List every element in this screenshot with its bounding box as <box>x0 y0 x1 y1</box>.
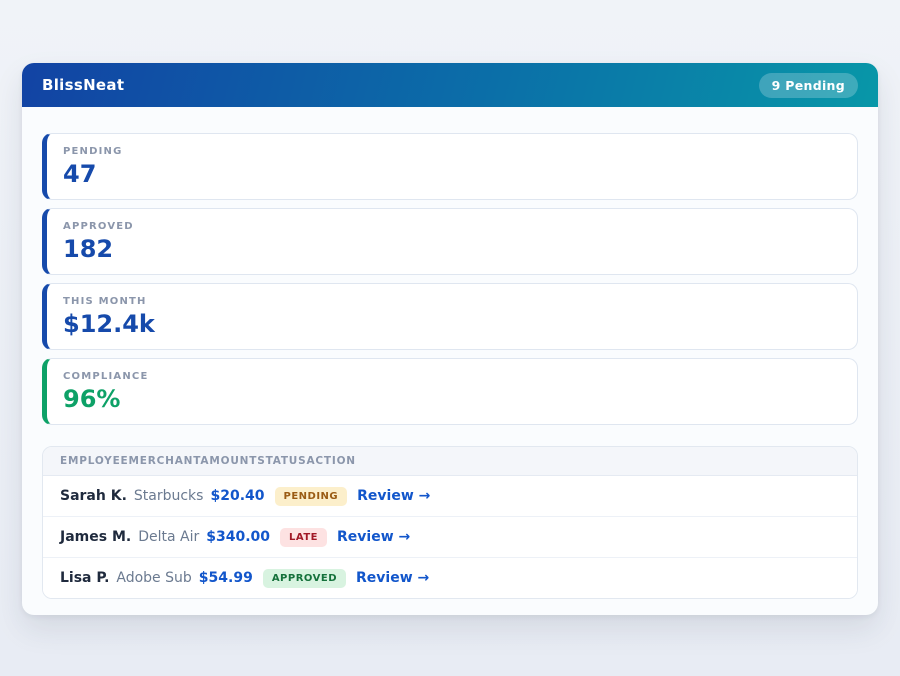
column-header-merchant: MERCHANT <box>129 455 201 467</box>
app-window: BlissNeat 9 Pending PENDING 47 APPROVED … <box>22 63 878 615</box>
amount-value: $20.40 <box>210 488 264 504</box>
stat-card-pending: PENDING 47 <box>42 133 858 200</box>
column-header-action: ACTION <box>306 455 355 467</box>
status-badge: PENDING <box>275 487 348 506</box>
stat-card-compliance: COMPLIANCE 96% <box>42 358 858 425</box>
stat-label: THIS MONTH <box>63 296 841 307</box>
merchant-name: Adobe Sub <box>116 570 191 586</box>
stat-value: $12.4k <box>63 311 841 337</box>
table-row: Lisa P. Adobe Sub $54.99 APPROVED Review… <box>43 558 857 598</box>
employee-name: Lisa P. <box>60 570 109 586</box>
column-header-employee: EMPLOYEE <box>60 455 129 467</box>
app-header: BlissNeat 9 Pending <box>22 63 878 107</box>
table-row: Sarah K. Starbucks $20.40 PENDING Review… <box>43 476 857 517</box>
stat-card-approved: APPROVED 182 <box>42 208 858 275</box>
main-content: PENDING 47 APPROVED 182 THIS MONTH $12.4… <box>22 107 878 619</box>
column-header-status: STATUS <box>257 455 306 467</box>
review-link[interactable]: Review → <box>356 570 429 586</box>
pending-count-badge: 9 Pending <box>759 73 858 98</box>
stat-label: APPROVED <box>63 221 841 232</box>
expense-table: EMPLOYEEMERCHANTAMOUNTSTATUSACTION Sarah… <box>42 446 858 599</box>
amount-value: $340.00 <box>206 529 270 545</box>
table-row: James M. Delta Air $340.00 LATE Review → <box>43 517 857 558</box>
review-link[interactable]: Review → <box>357 488 430 504</box>
stat-value: 96% <box>63 386 841 412</box>
merchant-name: Delta Air <box>138 529 199 545</box>
table-header-row: EMPLOYEEMERCHANTAMOUNTSTATUSACTION <box>43 447 857 476</box>
employee-name: James M. <box>60 529 131 545</box>
app-title: BlissNeat <box>42 76 124 94</box>
merchant-name: Starbucks <box>134 488 204 504</box>
stat-label: PENDING <box>63 146 841 157</box>
review-link[interactable]: Review → <box>337 529 410 545</box>
status-badge: APPROVED <box>263 569 346 588</box>
column-header-amount: AMOUNT <box>200 455 257 467</box>
stat-card-this-month: THIS MONTH $12.4k <box>42 283 858 350</box>
status-badge: LATE <box>280 528 327 547</box>
employee-name: Sarah K. <box>60 488 127 504</box>
stat-value: 47 <box>63 161 841 187</box>
stat-value: 182 <box>63 236 841 262</box>
amount-value: $54.99 <box>199 570 253 586</box>
stat-label: COMPLIANCE <box>63 371 841 382</box>
